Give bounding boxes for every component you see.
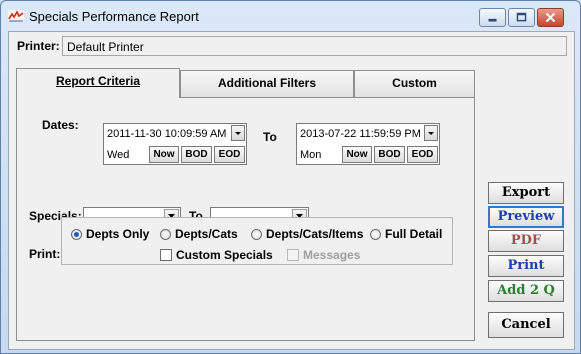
radio-depts-cats-items[interactable] [251,229,262,240]
preview-button-label: Preview [497,209,555,224]
radio-depts-only[interactable] [71,229,82,240]
export-button-label: Export [501,185,551,200]
export-button[interactable]: Export [488,182,564,204]
minimize-button[interactable] [479,8,506,27]
add-to-queue-button[interactable]: Add 2 Q [488,280,564,302]
radio-full-detail[interactable] [370,229,381,240]
start-eod-button[interactable]: EOD [214,146,245,163]
tab-additional-filters[interactable]: Additional Filters [180,70,354,97]
custom-specials-checkbox[interactable] [160,249,172,261]
pdf-button-label: PDF [510,233,542,248]
radio-full-detail-label[interactable]: Full Detail [385,227,442,241]
option-label: Depts Only [86,227,150,241]
radio-depts-cats-items-label[interactable]: Depts/Cats/Items [266,227,363,241]
messages-label: Messages [303,248,360,262]
tab-label: Additional Filters [217,76,316,90]
close-icon [545,12,556,23]
end-now-button[interactable]: Now [342,146,372,163]
start-day: Wed [107,149,130,161]
preview-button[interactable]: Preview [488,206,564,228]
start-date-dropdown[interactable] [231,125,245,141]
option-label: Messages [303,248,361,262]
print-options-group: Depts Only Depts/Cats Depts/Cats/Items F… [61,217,453,265]
start-date-picker[interactable]: 2011-11-30 10:09:59 AM Wed Now BOD EOD [103,123,247,165]
custom-specials-label[interactable]: Custom Specials [176,248,273,262]
dates-to-label: To [263,130,277,144]
printer-label: Printer: [17,39,60,53]
end-date-dropdown[interactable] [424,125,438,141]
printer-field[interactable]: Default Printer [62,36,567,56]
option-label: Custom Specials [176,248,273,262]
report-window: Specials Performance Report Printer: Def… [0,0,581,354]
print-button[interactable]: Print [488,255,564,277]
report-criteria-panel: Dates: 2011-11-30 10:09:59 AM Wed Now BO… [16,97,475,341]
option-label: Full Detail [385,227,443,241]
maximize-button[interactable] [508,8,535,27]
messages-checkbox [287,249,299,261]
end-date-picker[interactable]: 2013-07-22 11:59:59 PM Mon Now BOD EOD [296,123,440,165]
start-datetime: 2011-11-30 10:09:59 AM [107,128,227,140]
dates-label: Dates: [42,118,79,132]
radio-depts-cats-label[interactable]: Depts/Cats [175,227,238,241]
add-to-queue-button-label: Add 2 Q [497,283,555,298]
tab-label: Custom [392,76,437,90]
chevron-down-icon [235,132,241,135]
dialog-body: Printer: Default Printer Report Criteria… [8,31,575,350]
start-now-button[interactable]: Now [149,146,179,163]
end-day: Mon [300,149,322,161]
minimize-icon [488,18,497,22]
end-datetime: 2013-07-22 11:59:59 PM [300,128,421,140]
cancel-button[interactable]: Cancel [488,312,564,338]
maximize-icon [516,12,527,22]
option-label: Depts/Cats/Items [266,227,364,241]
end-eod-button[interactable]: EOD [407,146,438,163]
tab-label: Report Criteria [55,74,141,88]
pdf-button[interactable]: PDF [488,230,564,252]
window-title: Specials Performance Report [29,9,199,24]
print-button-label: Print [507,258,545,273]
title-bar[interactable]: Specials Performance Report [1,1,580,31]
chevron-down-icon [428,132,434,135]
radio-depts-only-label[interactable]: Depts Only [86,227,149,241]
print-label: Print: [29,247,61,261]
tab-report-criteria[interactable]: Report Criteria [16,68,180,98]
app-icon [8,10,24,22]
tab-custom[interactable]: Custom [354,70,475,97]
option-label: Depts/Cats [175,227,238,241]
cancel-button-label: Cancel [501,317,551,332]
start-bod-button[interactable]: BOD [181,146,212,163]
close-button[interactable] [537,8,564,27]
end-bod-button[interactable]: BOD [374,146,405,163]
radio-depts-cats[interactable] [160,229,171,240]
